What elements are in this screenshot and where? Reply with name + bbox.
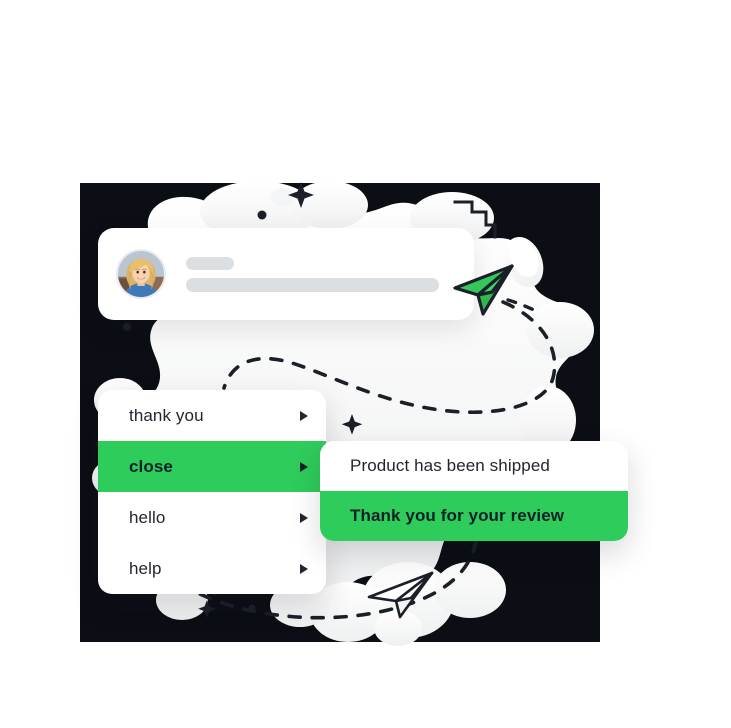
caret-right-icon bbox=[300, 512, 308, 523]
submenu-item-label: Thank you for your review bbox=[350, 506, 565, 525]
caret-right-icon bbox=[300, 410, 308, 421]
message-card bbox=[98, 228, 474, 320]
menu-item-label: help bbox=[129, 558, 162, 578]
avatar bbox=[116, 249, 166, 299]
close-submenu[interactable]: Product has been shipped Thank you for y… bbox=[320, 441, 628, 541]
shortcuts-menu[interactable]: thank you close hello help bbox=[98, 390, 326, 594]
message-placeholder-bar bbox=[186, 277, 439, 292]
submenu-item-label: Product has been shipped bbox=[350, 456, 550, 475]
submenu-item-product-shipped[interactable]: Product has been shipped bbox=[320, 441, 628, 491]
paper-plane-icon bbox=[452, 262, 514, 318]
menu-item-label: hello bbox=[129, 507, 166, 527]
name-placeholder-bar bbox=[186, 256, 234, 270]
submenu-item-thank-you-review[interactable]: Thank you for your review bbox=[320, 491, 628, 541]
caret-right-icon bbox=[300, 563, 308, 574]
message-placeholder-lines bbox=[186, 256, 456, 292]
illustration-stage: thank you close hello help Product has b… bbox=[0, 0, 731, 728]
menu-item-close[interactable]: close bbox=[98, 441, 326, 492]
menu-item-hello[interactable]: hello bbox=[98, 492, 326, 543]
menu-item-thank-you[interactable]: thank you bbox=[98, 390, 326, 441]
menu-item-label: close bbox=[129, 456, 173, 476]
menu-item-help[interactable]: help bbox=[98, 543, 326, 594]
caret-right-icon bbox=[300, 461, 308, 472]
paper-plane-icon bbox=[366, 570, 434, 620]
menu-item-label: thank you bbox=[129, 405, 204, 425]
